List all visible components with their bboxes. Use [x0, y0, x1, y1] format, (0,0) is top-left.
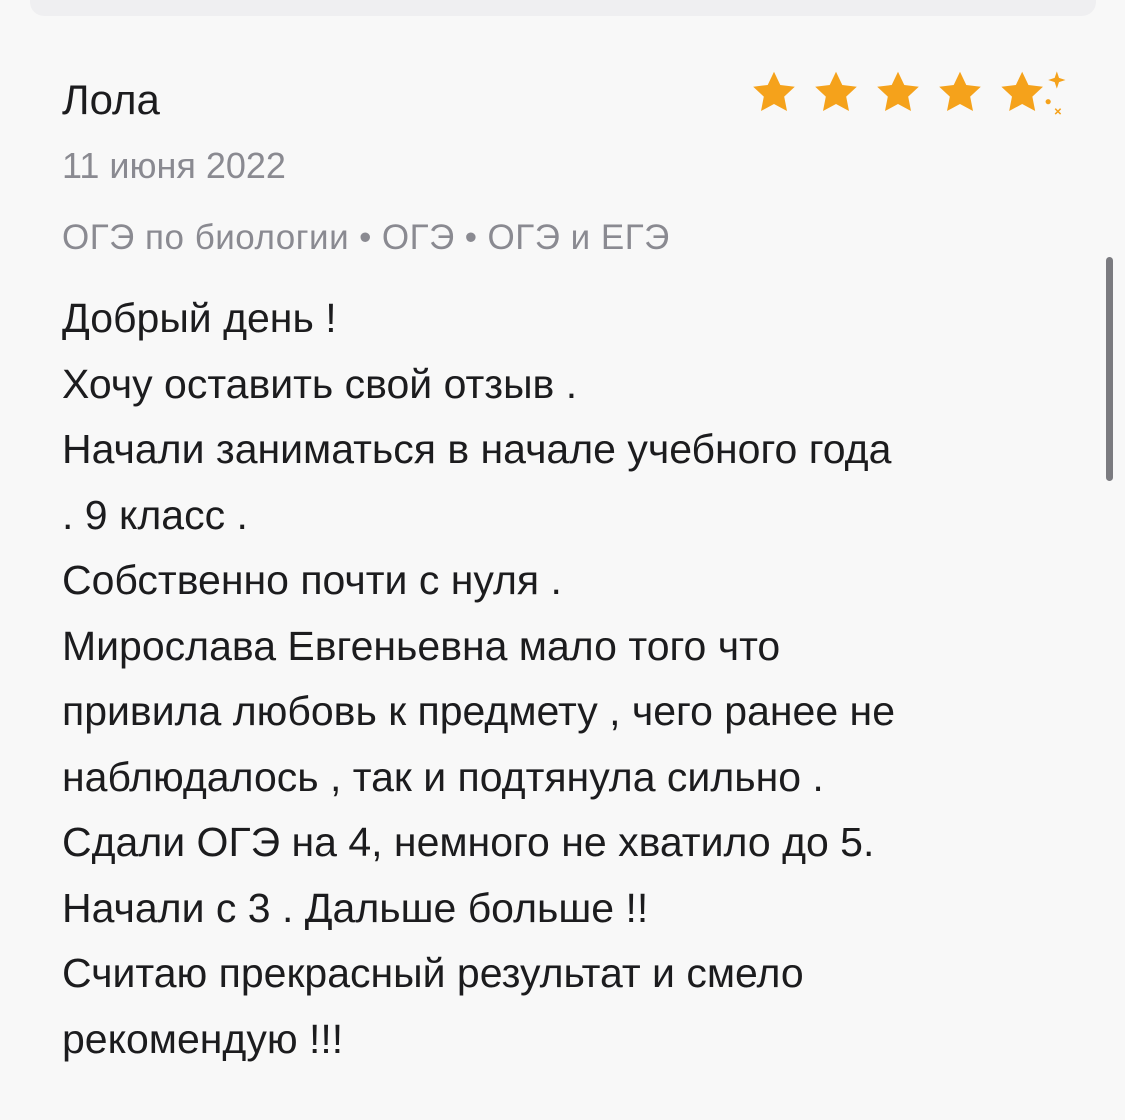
review-line: Сдали ОГЭ на 4, немного не хватило до 5. — [62, 819, 875, 865]
review-line: привила любовь к предмету , чего ранее н… — [62, 688, 895, 734]
previous-card-edge — [30, 0, 1096, 16]
review-screen: Лола 11 июня 2022 ОГЭ по биологии • ОГЭ … — [0, 0, 1125, 1120]
review-line: Начали заниматься в начале учебного года — [62, 426, 892, 472]
tag-exam[interactable]: ОГЭ — [382, 218, 455, 257]
review-line: Собственно почти с нуля . — [62, 557, 562, 603]
review-line: Хочу оставить свой отзыв . — [62, 360, 578, 407]
review-text: Добрый день ! Хочу оставить свой отзыв .… — [62, 286, 1072, 1072]
review-line: Мирослава Евгеньевна мало того что — [62, 622, 781, 669]
review-tags: ОГЭ по биологии • ОГЭ • ОГЭ и ЕГЭ — [62, 216, 670, 260]
review-date: 11 июня 2022 — [62, 145, 286, 186]
star-icon — [877, 71, 919, 111]
sparkle-icon — [1045, 71, 1066, 115]
scrollbar[interactable] — [1106, 257, 1113, 481]
review-line: Считаю прекрасный результат и смело — [62, 950, 804, 996]
star-icon — [753, 71, 795, 111]
tag-subject[interactable]: ОГЭ по биологии — [62, 218, 349, 257]
tag-category[interactable]: ОГЭ и ЕГЭ — [488, 218, 670, 257]
review-line: наблюдалось , так и подтянула сильно . — [62, 753, 824, 800]
review-line: . 9 класс . — [62, 491, 248, 538]
star-icon — [815, 71, 857, 111]
half-star-sparkle-icon — [1001, 71, 1066, 115]
star-rating — [747, 63, 1072, 123]
tag-separator: • — [464, 218, 478, 257]
review-line: рекомендую !!! — [62, 1015, 344, 1062]
star-icon — [939, 71, 981, 111]
review-line: Добрый день ! — [62, 295, 337, 341]
review-line: Начали с 3 . Дальше больше !! — [62, 884, 649, 931]
review-author: Лола — [62, 76, 160, 123]
tag-separator: • — [359, 218, 372, 257]
